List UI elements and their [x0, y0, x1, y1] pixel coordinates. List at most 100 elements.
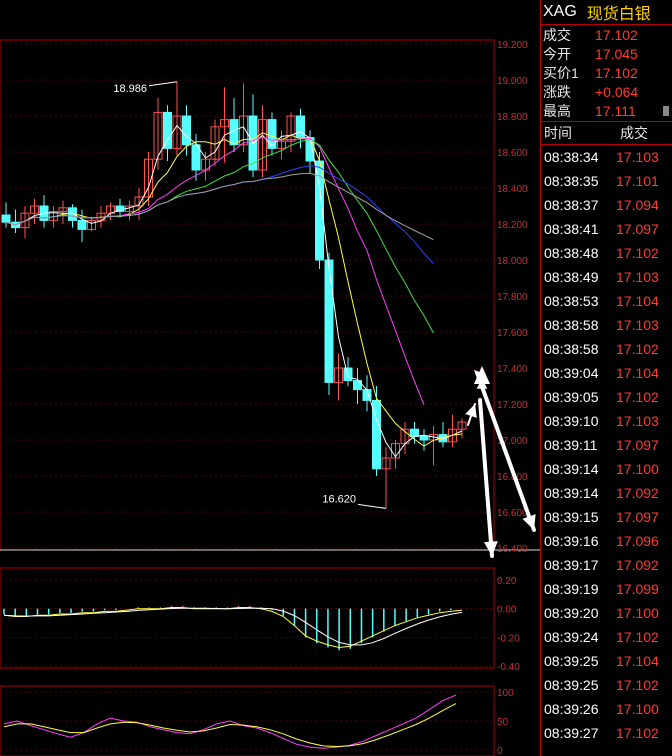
trade-price: 17.101 [616, 172, 659, 189]
y-tick-label: 16.600 [497, 508, 528, 519]
trade-price: 17.094 [616, 196, 659, 213]
y-tick-label: 17.400 [497, 364, 528, 375]
quote-value: 17.111 [595, 103, 636, 120]
trade-time: 08:38:37 [544, 196, 599, 213]
trade-row: 08:39:04 17.104 [541, 361, 672, 385]
ma-line-yellow [5, 132, 463, 447]
trade-price: 17.096 [616, 532, 659, 549]
ma-line-green [5, 138, 434, 334]
trade-time: 08:39:04 [544, 364, 599, 381]
quote-row: 买价1 17.102 [541, 63, 672, 82]
trade-price: 17.104 [616, 652, 659, 669]
kdj-tick-label: 100 [497, 688, 514, 699]
trade-row: 08:39:10 17.103 [541, 409, 672, 433]
ma-line-magenta [5, 136, 425, 405]
trade-time: 08:39:10 [544, 412, 599, 429]
trade-time: 08:39:05 [544, 388, 599, 405]
quote-value: 17.045 [595, 45, 638, 62]
trade-time: 08:39:17 [544, 556, 599, 573]
trade-time: 08:39:26 [544, 700, 599, 717]
trade-price: 17.100 [616, 700, 659, 717]
trade-price: 17.103 [616, 412, 659, 429]
y-tick-label: 18.000 [497, 256, 528, 267]
y-tick-label: 17.200 [497, 400, 528, 411]
quote-value: +0.064 [595, 84, 639, 101]
quote-row: 最高 17.111 [541, 102, 672, 121]
trade-row: 08:38:41 17.097 [541, 217, 672, 241]
trade-price: 17.104 [616, 292, 659, 309]
trade-row: 08:39:17 17.092 [541, 553, 672, 577]
y-tick-label: 18.400 [497, 184, 528, 195]
arrow-up-short-head [465, 404, 477, 418]
symbol-label: XAG [543, 3, 577, 20]
trade-time: 08:39:25 [544, 652, 599, 669]
arrow-down-left [478, 398, 494, 558]
high-price-annotation: 18.986 [113, 83, 147, 95]
price-column-header: 成交 [620, 124, 648, 141]
quote-row: 成交 17.102 [541, 24, 672, 44]
trade-row: 08:38:58 17.103 [541, 313, 672, 337]
trade-price: 17.102 [616, 340, 659, 357]
trade-time: 08:39:14 [544, 460, 599, 477]
trade-time: 08:38:35 [544, 172, 599, 189]
trades-list[interactable]: 08:38:34 17.103 08:38:35 17.101 08:38:37 17.0… [541, 143, 672, 745]
chart-area: 19.200 19.000 18.800 18.600 18.400 18.200 18.0… [0, 39, 540, 756]
trade-time: 08:38:48 [544, 244, 599, 261]
trade-row: 08:38:35 17.101 [541, 169, 672, 193]
trade-price: 17.097 [616, 436, 659, 453]
trade-row: 08:39:20 17.100 [541, 601, 672, 625]
ma-line-gray [5, 172, 434, 241]
kdj-tick-label: 0 [497, 746, 503, 756]
trade-time: 08:38:58 [544, 316, 599, 333]
candle-body [77, 219, 87, 230]
trade-time: 08:39:11 [544, 436, 598, 453]
candle-body [267, 119, 277, 149]
y-tick-label: 17.600 [497, 328, 528, 339]
trade-row: 08:38:53 17.104 [541, 289, 672, 313]
trade-price: 17.103 [616, 148, 659, 165]
trade-row: 08:39:05 17.102 [541, 385, 672, 409]
trade-time: 08:38:34 [544, 148, 599, 165]
kdj-series-line [3, 703, 457, 748]
trade-row: 08:38:58 17.102 [541, 337, 672, 361]
trade-row: 08:39:24 17.102 [541, 625, 672, 649]
quote-label: 最高 [543, 103, 571, 120]
quote-label: 买价1 [543, 64, 579, 81]
macd-tick-label: 0.20 [497, 576, 517, 587]
quote-value: 17.102 [595, 64, 638, 81]
candle-body [1, 214, 11, 223]
trade-row: 08:39:14 17.100 [541, 457, 672, 481]
trade-row: 08:39:25 17.102 [541, 673, 672, 697]
high-marker-line [148, 81, 178, 87]
trade-time: 08:39:15 [544, 508, 599, 525]
trade-row: 08:38:49 17.103 [541, 265, 672, 289]
y-tick-label: 18.200 [497, 220, 528, 231]
trade-time: 08:39:24 [544, 628, 599, 645]
trade-price: 17.100 [616, 604, 659, 621]
time-column-header: 时间 [544, 124, 572, 141]
scroll-indicator[interactable] [663, 106, 669, 116]
ma-line-white [5, 124, 463, 458]
macd-tick-label: -0.40 [497, 662, 520, 673]
quote-label: 涨跌 [543, 84, 571, 101]
y-tick-label: 18.800 [497, 112, 528, 123]
quote-row: 今开 17.045 [541, 44, 672, 63]
quote-label: 成交 [543, 26, 571, 43]
trade-price: 17.102 [616, 244, 659, 261]
macd-tick-label: -0.20 [497, 633, 520, 644]
trade-row: 08:38:34 17.103 [541, 145, 672, 169]
trade-time: 08:38:49 [544, 268, 599, 285]
trade-price: 17.103 [616, 316, 659, 333]
trade-price: 17.097 [616, 508, 659, 525]
y-tick-label: 18.600 [497, 148, 528, 159]
trade-row: 08:39:27 17.102 [541, 721, 672, 745]
candle-body [163, 111, 172, 149]
y-tick-label: 16.400 [497, 544, 528, 555]
trade-time: 08:38:41 [544, 220, 599, 237]
candle-body [419, 435, 429, 441]
trade-price: 17.092 [616, 556, 659, 573]
macd-dif-line [3, 607, 463, 649]
y-tick-label: 17.800 [497, 292, 528, 303]
kdj-tick-label: 50 [497, 717, 509, 728]
quote-header: XAG 现货白银 [541, 0, 672, 24]
